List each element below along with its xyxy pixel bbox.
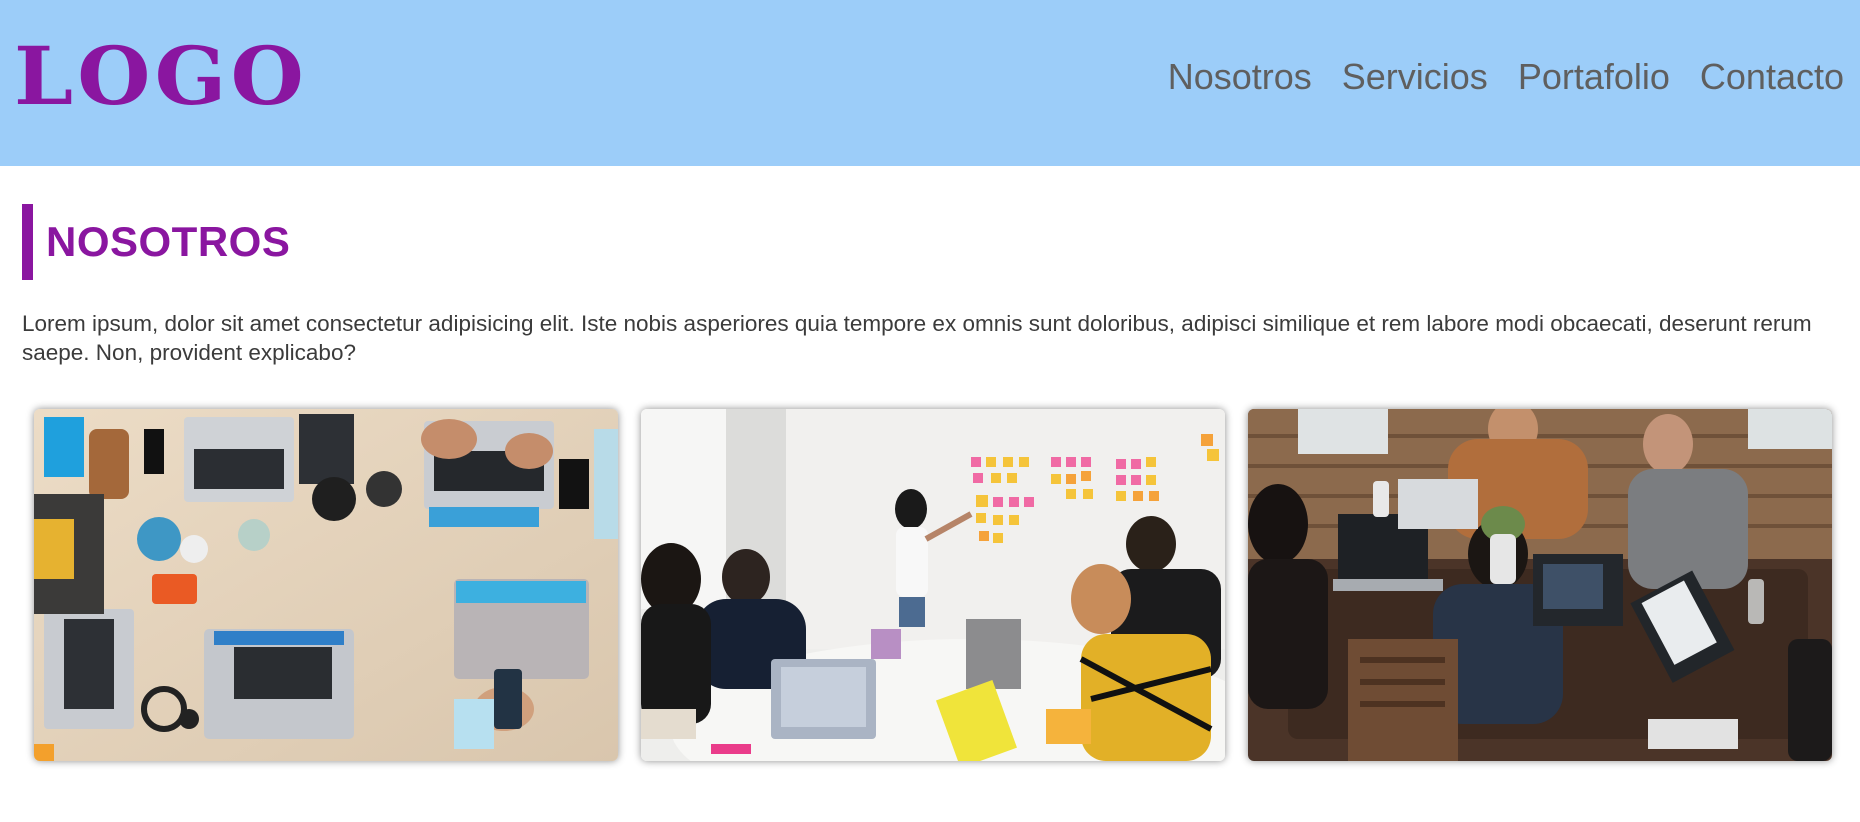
nav-link-portafolio[interactable]: Portafolio bbox=[1518, 56, 1670, 98]
desk-overhead-image bbox=[34, 409, 618, 761]
gallery-photo-team-laptops bbox=[1248, 409, 1832, 761]
team-laptops-image bbox=[1248, 409, 1832, 761]
title-accent-bar bbox=[22, 204, 33, 280]
logo[interactable]: LOGO bbox=[14, 36, 308, 116]
nav-link-nosotros[interactable]: Nosotros bbox=[1168, 56, 1312, 98]
main-nav: Nosotros Servicios Portafolio Contacto bbox=[1168, 56, 1844, 98]
photo-gallery bbox=[34, 409, 1832, 761]
section-heading: NOSOTROS bbox=[22, 204, 290, 280]
site-header: LOGO Nosotros Servicios Portafolio Conta… bbox=[0, 0, 1860, 166]
nav-link-contacto[interactable]: Contacto bbox=[1700, 56, 1844, 98]
meeting-image bbox=[641, 409, 1225, 761]
section-paragraph: Lorem ipsum, dolor sit amet consectetur … bbox=[22, 311, 1812, 365]
gallery-photo-desk-overhead bbox=[34, 409, 618, 761]
gallery-photo-meeting-sticky-notes bbox=[641, 409, 1225, 761]
section-title: NOSOTROS bbox=[46, 218, 291, 265]
nav-link-servicios[interactable]: Servicios bbox=[1342, 56, 1488, 98]
